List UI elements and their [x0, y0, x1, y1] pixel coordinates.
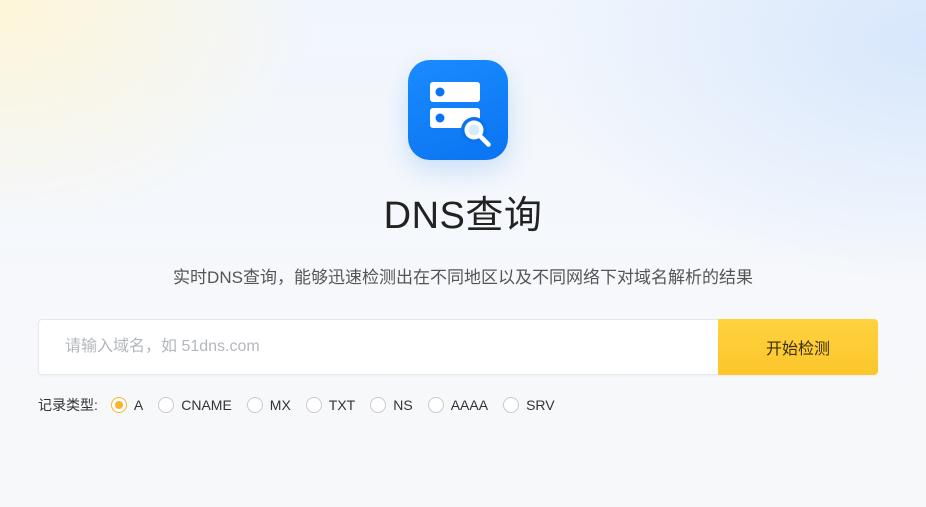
app-logo [408, 60, 508, 160]
radio-unchecked-icon[interactable] [158, 397, 175, 413]
domain-search-input[interactable] [38, 319, 718, 375]
record-type-option-label: CNAME [181, 397, 232, 413]
record-type-option-mx[interactable]: MX [246, 397, 291, 413]
record-type-option-srv[interactable]: SRV [503, 397, 555, 413]
radio-unchecked-icon[interactable] [503, 397, 520, 413]
radio-unchecked-icon[interactable] [370, 397, 387, 413]
record-type-option-txt[interactable]: TXT [305, 397, 356, 413]
radio-unchecked-icon[interactable] [427, 397, 444, 413]
record-type-option-ns[interactable]: NS [370, 397, 413, 413]
radio-unchecked-icon[interactable] [246, 397, 263, 413]
record-type-option-label: NS [393, 397, 413, 413]
radio-checked-icon[interactable] [110, 397, 127, 413]
record-type-option-label: SRV [526, 397, 555, 413]
radio-unchecked-icon[interactable] [305, 397, 322, 413]
start-check-button[interactable]: 开始检测 [718, 319, 878, 375]
record-type-option-label: MX [269, 397, 291, 413]
record-type-option-label: A [133, 397, 144, 413]
page-title: DNS查询 [383, 195, 543, 237]
record-type-option-label: TXT [328, 397, 356, 413]
record-type-selector: 记录类型: A CNAME MX TXT NS AAAA SRV [38, 395, 570, 415]
page-subtitle: 实时DNS查询，能够迅速检测出在不同地区以及不同网络下对域名解析的结果 [173, 268, 753, 287]
search-bar: 开始检测 [38, 319, 878, 375]
record-type-label: 记录类型: [38, 397, 98, 413]
record-type-option-label: AAAA [450, 397, 489, 413]
record-type-option-aaaa[interactable]: AAAA [427, 397, 489, 413]
record-type-option-cname[interactable]: CNAME [158, 397, 232, 413]
record-type-option-a[interactable]: A [110, 397, 144, 413]
dns-server-search-icon [430, 82, 491, 147]
